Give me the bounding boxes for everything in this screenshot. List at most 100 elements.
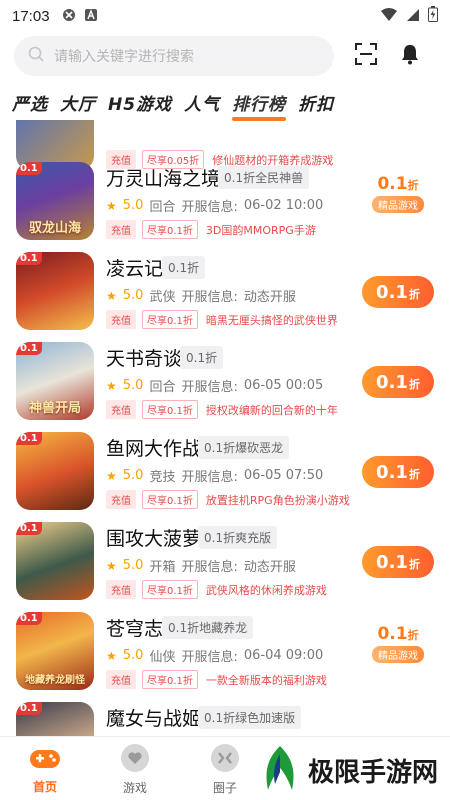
genre: 武侠 [149,290,176,305]
game-meta: ★ 5.0 仙侠 开服信息: 06-04 09:00 [106,646,323,665]
search-input[interactable]: 请输入关键字进行搜索 [14,36,334,76]
icon-badge: 0.1 [16,162,42,175]
discount-pill: 尽享0.1折 [142,400,198,419]
star-icon: ★ [106,378,117,393]
open-label: 开服信息: [181,650,238,665]
battery-icon [428,6,438,26]
blocked-notification-icon [62,7,76,26]
tab-renqi[interactable]: 人气 [184,86,220,119]
circle-chat-icon [209,743,241,777]
recharge-pill: 充值 [106,490,136,509]
game-icon: 0.1 神兽开局 [16,342,94,420]
tab-yanxuan[interactable]: 严选 [12,86,48,119]
list-item[interactable]: 0.1 驭龙山海 万灵山海之境 0.1折全民神兽 ★ 5.0 回合 开服信息: 0… [0,158,450,248]
icon-caption: 神兽开局 [28,401,81,416]
star-icon: ★ [106,198,117,213]
recharge-pill: 充值 [106,400,136,419]
open-info: 06-05 00:05 [243,378,324,393]
category-tabs: 严选 大厅 H5游戏 人气 排行榜 折扣 [0,84,450,121]
game-name: 围攻大菠萝 [106,528,202,550]
open-info: 06-04 09:00 [243,648,324,663]
rating: 5.0 [122,378,144,393]
discount-button[interactable]: 0.1 折 [362,546,434,578]
nav-games[interactable]: 游戏 [90,737,180,800]
game-tag: 0.1折 [162,256,206,279]
game-name: 苍穹志 [106,618,164,640]
signal-icon [406,7,420,26]
game-tag: 0.1折爆砍恶龙 [198,436,290,459]
search-row: 请输入关键字进行搜索 [0,34,450,78]
list-item[interactable]: 0.1 凌云记 0.1折 ★ 5.0 武侠 开服信息: 动态开服 充值 尽享0.1… [0,248,450,338]
game-name: 天书奇谈 [106,348,183,370]
game-icon: 0.1 [16,702,94,736]
open-label: 开服信息: [181,290,238,305]
discount-pill: 尽享0.1折 [142,310,198,329]
game-description: 暗黑无厘头搞怪的武侠世界 [205,313,338,327]
tab-ranking[interactable]: 排行榜 [232,86,287,121]
game-meta: ★ 5.0 回合 开服信息: 06-02 10:00 [106,196,323,215]
discount-value: 0.1折 [377,624,419,644]
nav-circle[interactable]: 圈子 [180,737,270,800]
tab-dating[interactable]: 大厅 [60,86,96,119]
nav-home[interactable]: 首页 [0,737,90,800]
list-item[interactable]: 0.1 魔女与战姬 0.1折绿色加速版 [0,698,450,736]
genre: 回合 [149,200,176,215]
status-bar: 17:03 [0,0,450,32]
open-label: 开服信息: [181,470,238,485]
gamepad-icon [28,744,62,776]
list-item[interactable]: 0.1 鱼网大作战 0.1折爆砍恶龙 ★ 5.0 竞技 开服信息: 06-05 0… [0,428,450,518]
discount-pill: 尽享0.1折 [142,220,198,239]
list-item[interactable]: 0.1 围攻大菠萝 0.1折爽充版 ★ 5.0 开箱 开服信息: 动态开服 充值 … [0,518,450,608]
discount-button[interactable]: 0.1 折 [362,456,434,488]
game-icon: 0.1 [16,522,94,600]
open-label: 开服信息: [181,380,238,395]
icon-badge: 0.1 [16,612,42,625]
genre: 竞技 [149,470,176,485]
rating: 5.0 [122,648,144,663]
discount-pill: 尽享0.1折 [142,490,198,509]
icon-caption: 地藏养龙刷怪 [25,675,85,686]
game-name: 凌云记 [106,258,164,280]
game-pills: 充值 尽享0.1折 一款全新版本的福利游戏 [106,670,327,689]
game-icon: 0.1 地藏养龙刷怪 [16,612,94,690]
notification-button[interactable] [392,38,428,74]
game-meta: ★ 5.0 武侠 开服信息: 动态开服 [106,286,296,305]
status-time: 17:03 [12,7,50,25]
icon-badge: 0.1 [16,342,42,355]
quality-badge: 精品游戏 [372,646,424,663]
open-info: 06-05 07:50 [243,468,324,483]
icon-badge: 0.1 [16,252,42,265]
scan-button[interactable] [348,38,384,74]
game-pills: 充值 尽享0.1折 武侠风格的休闲养成游戏 [106,580,327,599]
game-meta: ★ 5.0 开箱 开服信息: 动态开服 [106,556,296,575]
search-placeholder: 请输入关键字进行搜索 [54,48,194,64]
game-name: 魔女与战姬 [106,708,202,730]
list-item[interactable]: 0.1 地藏养龙刷怪 苍穹志 0.1折地藏养龙 ★ 5.0 仙侠 开服信息: 06… [0,608,450,698]
rating: 5.0 [122,288,144,303]
list-item[interactable]: 0.1 神兽开局 天书奇谈 0.1折 ★ 5.0 回合 开服信息: 06-05 0… [0,338,450,428]
discount-stamp-button[interactable]: 0.1折 精品游戏 [362,624,434,674]
game-list: 充值 尽享0.05折 修仙题材的开箱养成游戏 0.1 驭龙山海 万灵山海之境 0… [0,120,450,736]
icon-badge: 0.1 [16,522,42,535]
rating: 5.0 [122,468,144,483]
discount-button[interactable]: 0.1 折 [362,276,434,308]
recharge-pill: 充值 [106,580,136,599]
discount-pill: 尽享0.1折 [142,580,198,599]
tab-zhekou[interactable]: 折扣 [298,86,334,119]
game-pills: 充值 尽享0.1折 放置挂机RPG角色扮演小游戏 [106,490,350,509]
game-description: 授权改编新的回合新的十年 [205,403,338,417]
game-tag: 0.1折绿色加速版 [198,706,302,729]
icon-caption: 驭龙山海 [28,221,81,236]
status-left-icons [62,7,98,26]
discount-button[interactable]: 0.1 折 [362,366,434,398]
game-tag: 0.1折地藏养龙 [162,616,254,639]
game-pills: 充值 尽享0.1折 授权改编新的回合新的十年 [106,400,338,419]
open-label: 开服信息: [181,560,238,575]
discount-stamp-button[interactable]: 0.1折 精品游戏 [362,174,434,224]
game-icon: 0.1 [16,432,94,510]
star-icon: ★ [106,648,117,663]
game-meta: ★ 5.0 竞技 开服信息: 06-05 07:50 [106,466,323,485]
tab-h5-games[interactable]: H5游戏 [108,86,172,119]
game-tag: 0.1折全民神兽 [218,166,310,189]
nav-label: 圈子 [212,780,237,795]
